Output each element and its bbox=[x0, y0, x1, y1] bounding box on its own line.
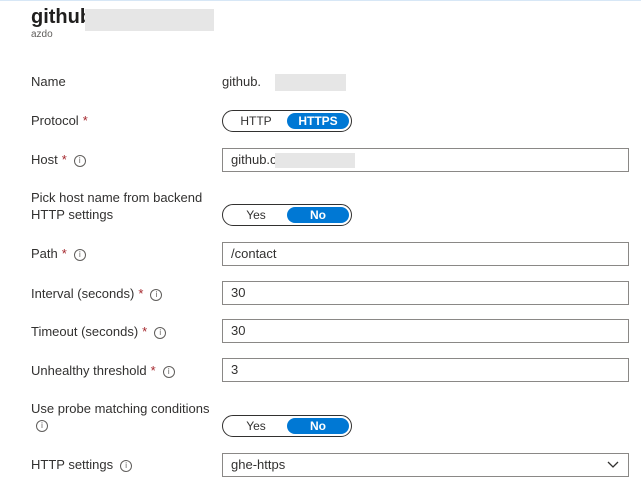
page-title: github bbox=[31, 6, 93, 28]
info-icon[interactable]: i bbox=[120, 460, 133, 472]
name-label: Name bbox=[31, 73, 66, 90]
unhealthy-label: Unhealthy threshold * i bbox=[31, 362, 175, 379]
http-settings-label: HTTP settings i bbox=[31, 456, 133, 473]
pick-host-label: Pick host name from backend HTTP setting… bbox=[31, 189, 202, 223]
interval-input[interactable]: 30 bbox=[222, 281, 629, 305]
interval-label-text: Interval (seconds) bbox=[31, 286, 135, 301]
name-value: github. bbox=[222, 74, 262, 89]
info-icon[interactable]: i bbox=[162, 366, 175, 378]
redacted-title-suffix bbox=[85, 9, 214, 31]
info-icon[interactable]: i bbox=[36, 420, 48, 432]
probe-match-label: Use probe matching conditions i bbox=[31, 400, 210, 432]
info-icon[interactable]: i bbox=[150, 289, 163, 301]
top-border bbox=[0, 0, 641, 1]
required-marker: * bbox=[82, 113, 88, 128]
unhealthy-input[interactable]: 3 bbox=[222, 358, 629, 382]
redacted-name-value bbox=[275, 74, 346, 91]
page-subtitle: azdo bbox=[31, 29, 53, 40]
path-input[interactable]: /contact bbox=[222, 242, 629, 266]
unhealthy-label-text: Unhealthy threshold bbox=[31, 363, 147, 378]
pick-host-label-line1: Pick host name from backend bbox=[31, 190, 203, 205]
protocol-option-https[interactable]: HTTPS bbox=[287, 113, 349, 129]
http-settings-value: ghe-https bbox=[231, 457, 286, 472]
http-settings-label-text: HTTP settings bbox=[31, 457, 114, 472]
protocol-label: Protocol * bbox=[31, 112, 88, 129]
required-marker: * bbox=[142, 324, 148, 339]
required-marker: * bbox=[150, 363, 156, 378]
pick-host-option-no[interactable]: No bbox=[287, 207, 349, 223]
probe-match-label-text: Use probe matching conditions bbox=[31, 401, 210, 416]
timeout-label: Timeout (seconds) * i bbox=[31, 323, 167, 340]
pick-host-toggle[interactable]: Yes No bbox=[222, 204, 352, 226]
protocol-label-text: Protocol bbox=[31, 113, 79, 128]
required-marker: * bbox=[61, 246, 67, 261]
path-label: Path * i bbox=[31, 245, 86, 262]
timeout-label-text: Timeout (seconds) bbox=[31, 324, 139, 339]
probe-match-option-no[interactable]: No bbox=[287, 418, 349, 434]
info-icon[interactable]: i bbox=[73, 155, 86, 167]
pick-host-option-yes[interactable]: Yes bbox=[225, 207, 287, 223]
host-label-text: Host bbox=[31, 152, 58, 167]
pick-host-label-line2: HTTP settings bbox=[31, 207, 114, 222]
host-label: Host * i bbox=[31, 151, 86, 168]
required-marker: * bbox=[61, 152, 67, 167]
path-label-text: Path bbox=[31, 246, 58, 261]
required-marker: * bbox=[138, 286, 144, 301]
redacted-host-value bbox=[275, 153, 355, 168]
name-label-text: Name bbox=[31, 74, 66, 89]
chevron-down-icon bbox=[607, 461, 619, 468]
info-icon[interactable]: i bbox=[154, 327, 167, 339]
interval-label: Interval (seconds) * i bbox=[31, 285, 163, 302]
protocol-option-http[interactable]: HTTP bbox=[225, 113, 287, 129]
protocol-toggle[interactable]: HTTP HTTPS bbox=[222, 110, 352, 132]
timeout-input[interactable]: 30 bbox=[222, 319, 629, 343]
probe-match-toggle[interactable]: Yes No bbox=[222, 415, 352, 437]
probe-match-option-yes[interactable]: Yes bbox=[225, 418, 287, 434]
info-icon[interactable]: i bbox=[73, 249, 86, 261]
http-settings-select[interactable]: ghe-https bbox=[222, 453, 629, 477]
